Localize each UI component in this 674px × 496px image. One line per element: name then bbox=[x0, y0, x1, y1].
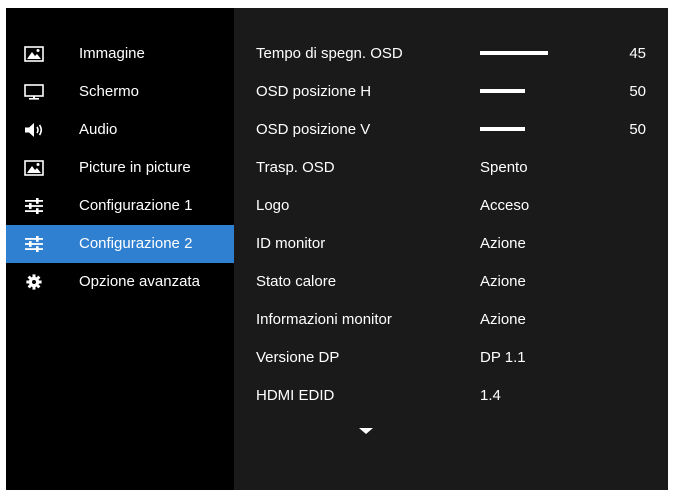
sidebar-item-label: Picture in picture bbox=[79, 159, 191, 176]
sidebar-item-schermo[interactable]: Schermo bbox=[6, 73, 234, 111]
setting-row-logo[interactable]: Logo Acceso bbox=[234, 187, 668, 225]
setting-label: OSD posizione V bbox=[256, 121, 371, 138]
gear-icon bbox=[26, 274, 42, 290]
slider-bar[interactable] bbox=[480, 127, 525, 131]
picture-icon bbox=[24, 160, 44, 176]
sidebar-item-configurazione-2[interactable]: Configurazione 2 bbox=[6, 225, 234, 263]
setting-row-osd-posizione-h[interactable]: OSD posizione H 50 bbox=[234, 73, 668, 111]
setting-label: Versione DP bbox=[256, 349, 340, 366]
setting-value[interactable]: Spento bbox=[480, 159, 528, 176]
slider-bar[interactable] bbox=[480, 51, 548, 55]
monitor-icon bbox=[24, 84, 44, 100]
setting-label: Trasp. OSD bbox=[256, 159, 335, 176]
setting-value[interactable]: Acceso bbox=[480, 197, 529, 214]
setting-label: ID monitor bbox=[256, 235, 326, 252]
slider-value: 50 bbox=[629, 83, 646, 100]
setting-label: Informazioni monitor bbox=[256, 311, 392, 328]
setting-row-tempo-spegn-osd[interactable]: Tempo di spegn. OSD 45 bbox=[234, 35, 668, 73]
sidebar-item-label: Configurazione 1 bbox=[79, 197, 193, 214]
setting-label: Logo bbox=[256, 197, 290, 214]
setting-label: OSD posizione H bbox=[256, 83, 372, 100]
picture-icon bbox=[24, 46, 44, 62]
setting-row-osd-posizione-v[interactable]: OSD posizione V 50 bbox=[234, 111, 668, 149]
setting-value[interactable]: Azione bbox=[480, 311, 526, 328]
setting-row-trasp-osd[interactable]: Trasp. OSD Spento bbox=[234, 149, 668, 187]
sliders-icon bbox=[25, 198, 43, 214]
setting-row-hdmi-edid[interactable]: HDMI EDID 1.4 bbox=[234, 377, 668, 415]
sidebar-item-opzione-avanzata[interactable]: Opzione avanzata bbox=[6, 263, 234, 301]
sidebar-item-picture-in-picture[interactable]: Picture in picture bbox=[6, 149, 234, 187]
speaker-icon bbox=[25, 123, 43, 137]
osd-menu: Immagine Schermo Audio Picture in pictur… bbox=[6, 8, 668, 490]
setting-label: HDMI EDID bbox=[256, 387, 335, 404]
setting-value[interactable]: DP 1.1 bbox=[480, 349, 526, 366]
slider-value: 45 bbox=[629, 45, 646, 62]
setting-row-versione-dp[interactable]: Versione DP DP 1.1 bbox=[234, 339, 668, 377]
sidebar-item-audio[interactable]: Audio bbox=[6, 111, 234, 149]
setting-row-stato-calore[interactable]: Stato calore Azione bbox=[234, 263, 668, 301]
setting-value[interactable]: Azione bbox=[480, 235, 526, 252]
setting-row-id-monitor[interactable]: ID monitor Azione bbox=[234, 225, 668, 263]
sidebar-item-label: Immagine bbox=[79, 45, 145, 62]
sliders-icon bbox=[25, 236, 43, 252]
sidebar-item-immagine[interactable]: Immagine bbox=[6, 35, 234, 73]
setting-row-informazioni-monitor[interactable]: Informazioni monitor Azione bbox=[234, 301, 668, 339]
sidebar-item-label: Configurazione 2 bbox=[79, 235, 193, 252]
setting-value[interactable]: 1.4 bbox=[480, 387, 501, 404]
sidebar-item-label: Opzione avanzata bbox=[79, 273, 200, 290]
sidebar-item-label: Schermo bbox=[79, 83, 140, 100]
chevron-down-icon[interactable] bbox=[359, 428, 373, 434]
sidebar-item-configurazione-1[interactable]: Configurazione 1 bbox=[6, 187, 234, 225]
setting-label: Stato calore bbox=[256, 273, 337, 290]
setting-value[interactable]: Azione bbox=[480, 273, 526, 290]
slider-value: 50 bbox=[629, 121, 646, 138]
sidebar-item-label: Audio bbox=[79, 121, 118, 138]
slider-bar[interactable] bbox=[480, 89, 525, 93]
setting-label: Tempo di spegn. OSD bbox=[256, 45, 403, 62]
